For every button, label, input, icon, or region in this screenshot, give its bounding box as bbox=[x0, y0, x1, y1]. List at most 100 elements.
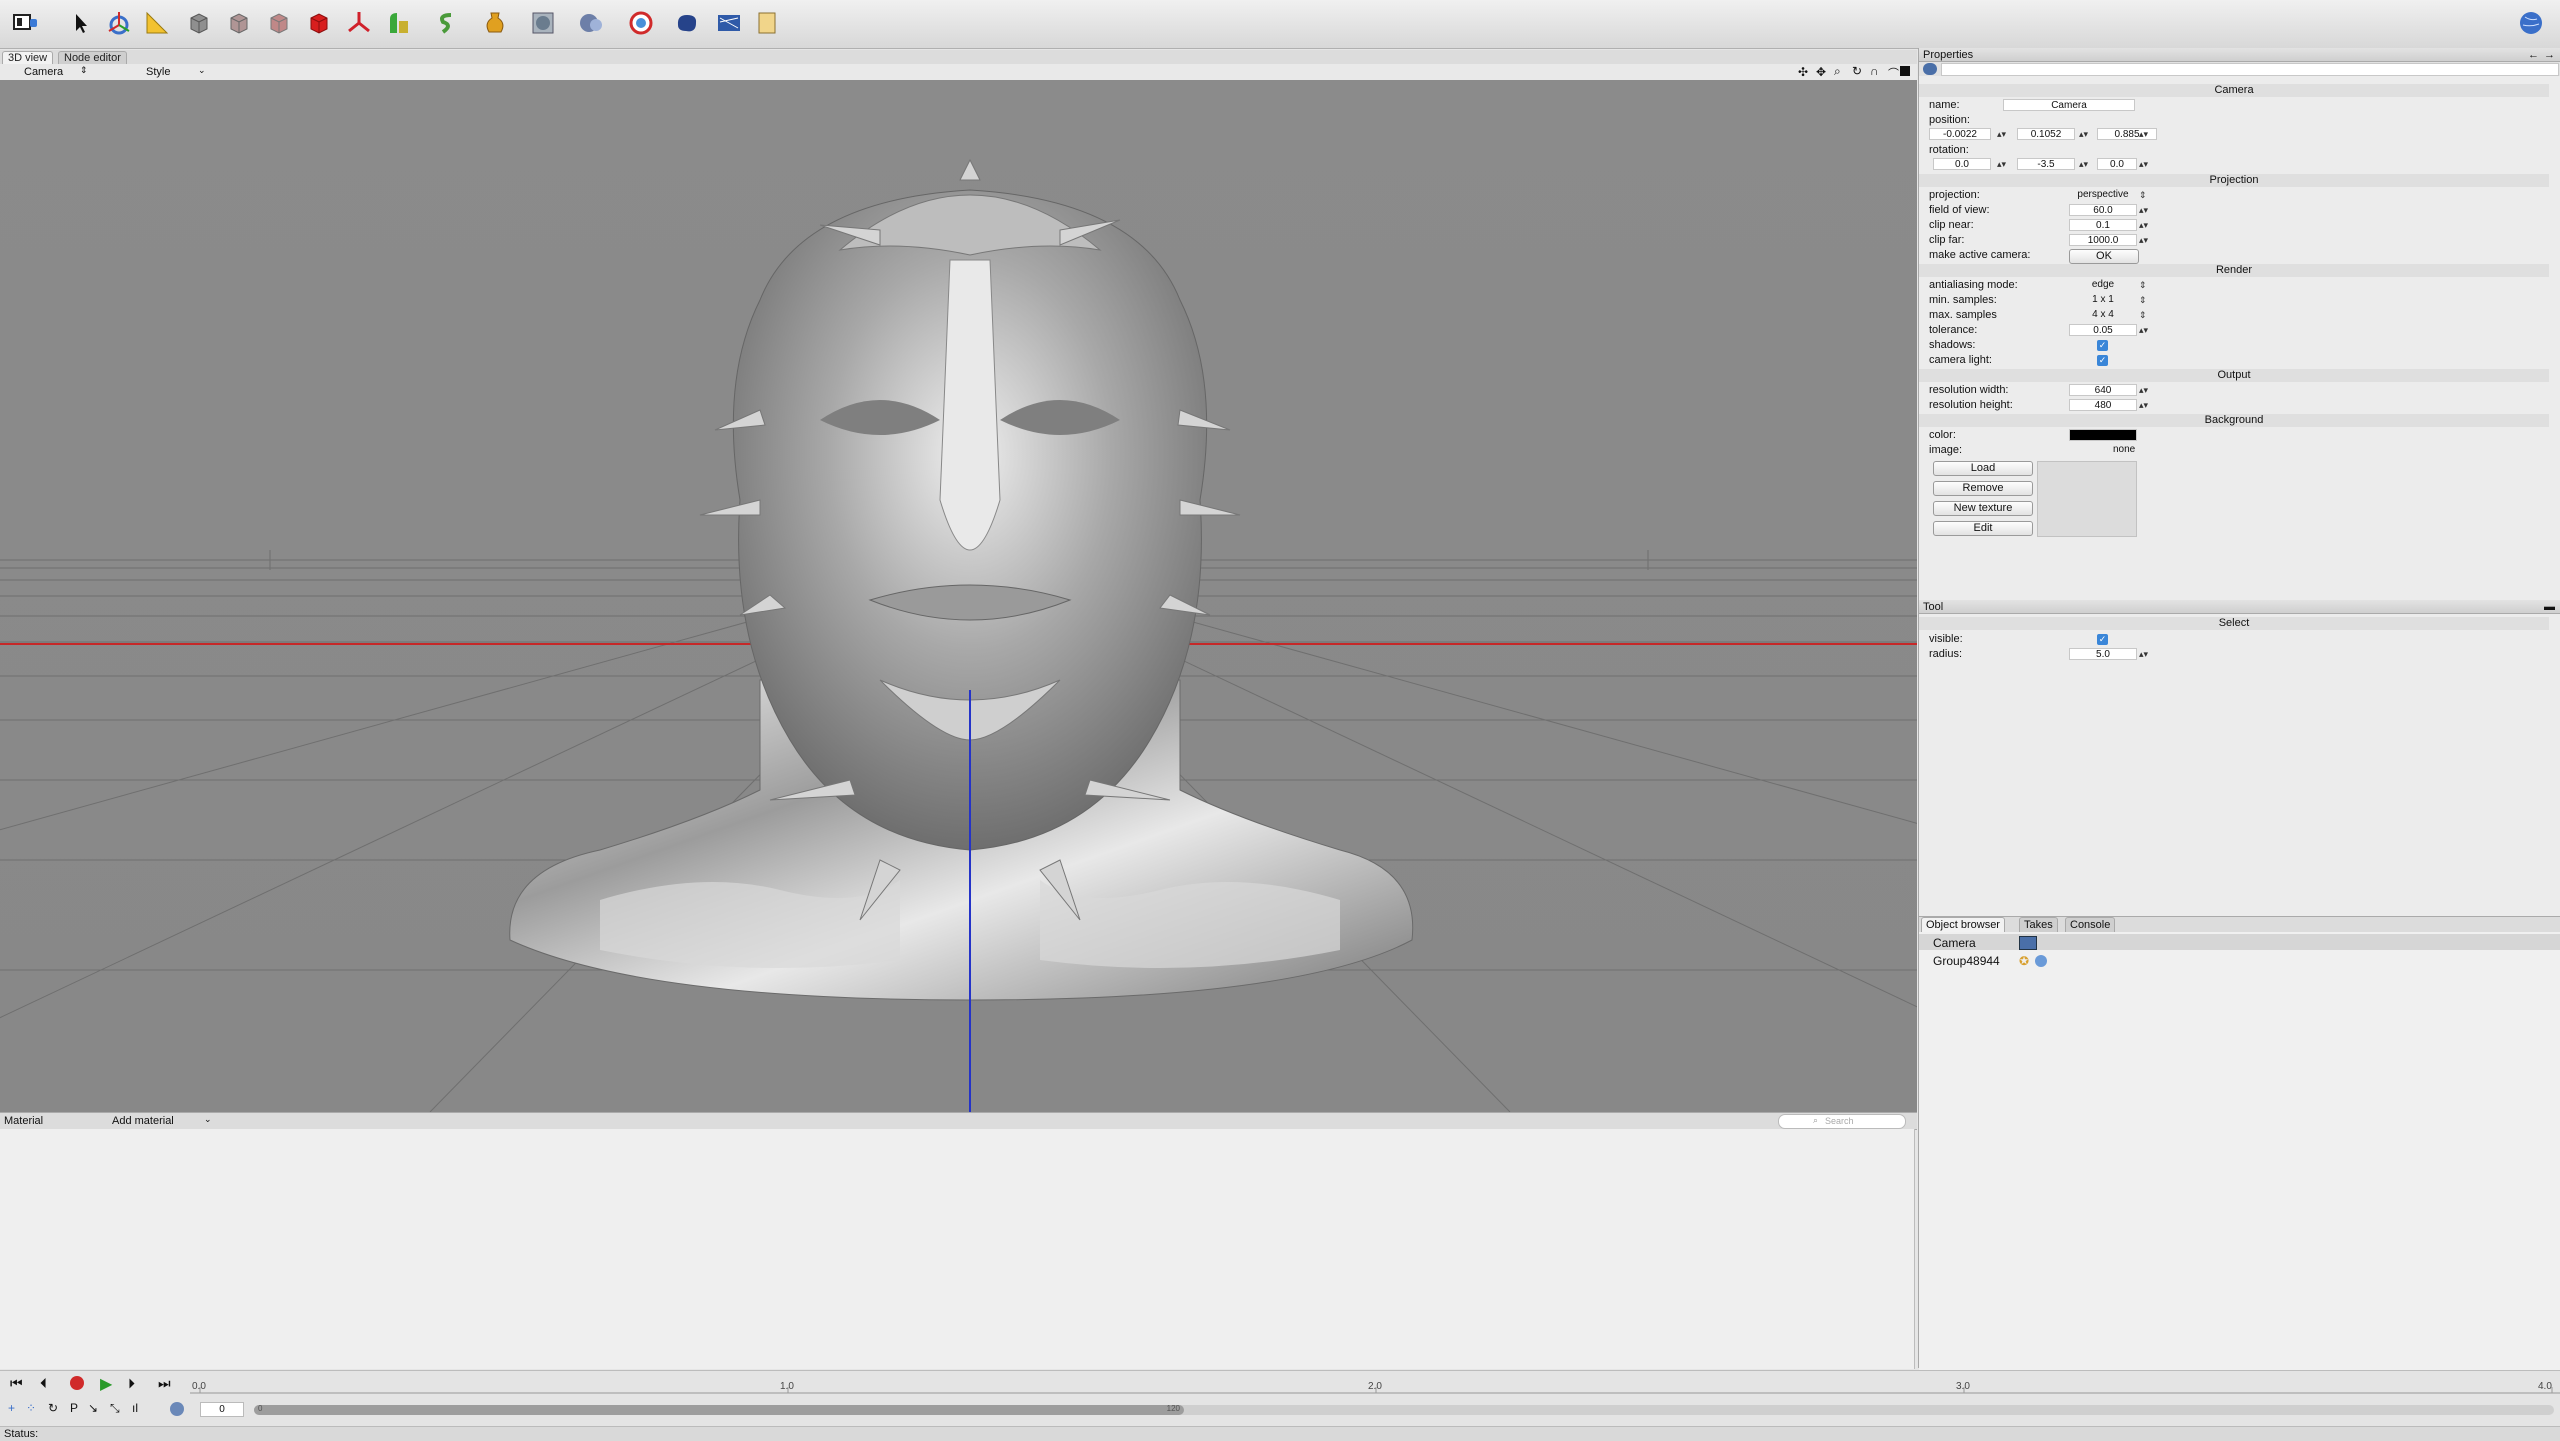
res-height-field[interactable]: 480 bbox=[2069, 399, 2137, 411]
move-key-icon[interactable]: ⁘ bbox=[26, 1401, 36, 1415]
tab-console[interactable]: Console bbox=[2065, 917, 2116, 933]
rotation-x-field[interactable]: 0.0 bbox=[1933, 158, 1991, 170]
graph-icon[interactable]: ıl bbox=[132, 1401, 138, 1415]
render-settings-icon[interactable] bbox=[714, 8, 744, 38]
position-y-field[interactable]: 0.1052 bbox=[2017, 128, 2075, 140]
aa-mode-select[interactable]: edge bbox=[2069, 279, 2137, 291]
tab-node-editor[interactable]: Node editor bbox=[58, 51, 127, 65]
range-track[interactable]: 0 120 bbox=[254, 1404, 2554, 1415]
clip-near-stepper-icon[interactable]: ▴▾ bbox=[2139, 219, 2148, 231]
clip-near-field[interactable]: 0.1 bbox=[2069, 219, 2137, 231]
material-area[interactable] bbox=[0, 1129, 1915, 1369]
new-texture-button[interactable]: New texture bbox=[1933, 501, 2033, 516]
move-tool-icon[interactable] bbox=[104, 8, 134, 38]
camera-light-checkbox[interactable]: ✓ bbox=[2097, 355, 2108, 366]
material-tag-icon[interactable] bbox=[2035, 955, 2047, 967]
back-arrow-icon[interactable]: ← bbox=[2528, 48, 2539, 62]
rotation-x-stepper-icon[interactable]: ▴▾ bbox=[1997, 158, 2006, 170]
play-icon[interactable]: ▶ bbox=[100, 1374, 112, 1394]
timeline-globe-icon[interactable] bbox=[170, 1402, 184, 1416]
add-material-chevron-icon[interactable]: ⌄ bbox=[204, 1114, 212, 1125]
3d-viewport[interactable] bbox=[0, 80, 1917, 1112]
radius-field[interactable]: 5.0 bbox=[2069, 648, 2137, 660]
shadows-checkbox[interactable]: ✓ bbox=[2097, 340, 2108, 351]
clip-far-field[interactable]: 1000.0 bbox=[2069, 234, 2137, 246]
step-back-icon[interactable]: ⏴ bbox=[40, 1375, 47, 1392]
extrude-icon[interactable] bbox=[384, 8, 414, 38]
fullscreen-icon[interactable] bbox=[1900, 66, 1910, 76]
add-key-icon[interactable]: + bbox=[8, 1401, 15, 1415]
scene-document-icon[interactable] bbox=[752, 8, 782, 38]
tolerance-stepper-icon[interactable]: ▴▾ bbox=[2139, 324, 2148, 336]
camera-tag-icon[interactable] bbox=[2019, 936, 2037, 950]
remove-button[interactable]: Remove bbox=[1933, 481, 2033, 496]
loop-icon[interactable]: ↻ bbox=[48, 1401, 58, 1415]
cube-rose-icon[interactable] bbox=[264, 8, 294, 38]
measure-tool-icon[interactable] bbox=[142, 8, 172, 38]
axes-icon[interactable] bbox=[344, 8, 374, 38]
fov-field[interactable]: 60.0 bbox=[2069, 204, 2137, 216]
material-blob-icon[interactable] bbox=[672, 8, 702, 38]
cube-pink-icon[interactable] bbox=[224, 8, 254, 38]
star-tag-icon[interactable]: ✪ bbox=[2019, 954, 2029, 968]
particles-icon[interactable] bbox=[576, 8, 606, 38]
tab-3d-view[interactable]: 3D view bbox=[2, 51, 54, 65]
fov-stepper-icon[interactable]: ▴▾ bbox=[2139, 204, 2148, 216]
curve-icon[interactable]: ↘ bbox=[88, 1401, 98, 1415]
light-ring-icon[interactable] bbox=[626, 8, 656, 38]
res-width-stepper-icon[interactable]: ▴▾ bbox=[2139, 384, 2148, 396]
max-samples-select[interactable]: 4 x 4 bbox=[2069, 309, 2137, 321]
camera-select-arrows-icon[interactable]: ⇕ bbox=[80, 65, 88, 76]
visible-checkbox[interactable]: ✓ bbox=[2097, 634, 2108, 645]
layout-icon[interactable] bbox=[10, 8, 40, 38]
select-arrow-icon[interactable] bbox=[66, 8, 96, 38]
boolean-icon[interactable] bbox=[528, 8, 558, 38]
skip-to-end-icon[interactable]: ⏭ bbox=[158, 1375, 171, 1392]
rotation-z-field[interactable]: 0.0 bbox=[2097, 158, 2137, 170]
step-forward-icon[interactable]: ⏵ bbox=[128, 1375, 135, 1392]
scale-keys-icon[interactable]: ⤡ bbox=[110, 1401, 120, 1416]
position-z-stepper-icon[interactable]: ▴▾ bbox=[2139, 128, 2148, 140]
tolerance-field[interactable]: 0.05 bbox=[2069, 324, 2137, 336]
name-field[interactable]: Camera bbox=[2003, 99, 2135, 111]
list-item[interactable]: Group48944 ✪ bbox=[1919, 952, 2560, 968]
res-height-stepper-icon[interactable]: ▴▾ bbox=[2139, 399, 2148, 411]
material-search-input[interactable]: ⌕ Search bbox=[1778, 1114, 1906, 1129]
spline-icon[interactable] bbox=[432, 8, 462, 38]
position-x-stepper-icon[interactable]: ▴▾ bbox=[1997, 128, 2006, 140]
skip-to-start-icon[interactable]: ⏮ bbox=[10, 1375, 23, 1392]
tool-options-icon[interactable]: ▬ bbox=[2544, 600, 2555, 614]
background-color-swatch[interactable] bbox=[2069, 429, 2137, 441]
pan-icon[interactable]: ✥ bbox=[1816, 65, 1826, 79]
style-select[interactable]: Style bbox=[146, 66, 170, 78]
radius-stepper-icon[interactable]: ▴▾ bbox=[2139, 648, 2148, 660]
headphones-icon[interactable]: ∩ bbox=[1870, 64, 1879, 78]
rotation-y-field[interactable]: -3.5 bbox=[2017, 158, 2075, 170]
edit-button[interactable]: Edit bbox=[1933, 521, 2033, 536]
add-material-button[interactable]: Add material bbox=[112, 1115, 174, 1127]
tab-object-browser[interactable]: Object browser bbox=[1921, 917, 2005, 933]
list-item[interactable]: Camera bbox=[1919, 934, 2560, 950]
projection-select[interactable]: perspective bbox=[2069, 189, 2137, 201]
perspective-toggle-icon[interactable]: ⌒ bbox=[1888, 65, 1899, 81]
globe-icon[interactable] bbox=[2516, 8, 2546, 38]
cube-gray-icon[interactable] bbox=[184, 8, 214, 38]
position-x-field[interactable]: -0.0022 bbox=[1929, 128, 1991, 140]
camera-select[interactable]: Camera bbox=[24, 66, 63, 78]
max-samples-arrows-icon[interactable]: ⇕ bbox=[2139, 309, 2147, 321]
lathe-vase-icon[interactable] bbox=[480, 8, 510, 38]
clip-far-stepper-icon[interactable]: ▴▾ bbox=[2139, 234, 2148, 246]
record-icon[interactable] bbox=[70, 1376, 84, 1390]
zoom-icon[interactable]: ⌕ bbox=[1834, 64, 1841, 79]
tab-takes[interactable]: Takes bbox=[2019, 917, 2058, 933]
properties-search[interactable] bbox=[1941, 63, 2559, 76]
min-samples-select[interactable]: 1 x 1 bbox=[2069, 294, 2137, 306]
cube-red-icon[interactable] bbox=[304, 8, 334, 38]
orbit-icon[interactable]: ✣ bbox=[1798, 65, 1808, 79]
projection-select-arrows-icon[interactable]: ⇕ bbox=[2139, 189, 2147, 201]
make-active-ok-button[interactable]: OK bbox=[2069, 249, 2139, 264]
min-samples-arrows-icon[interactable]: ⇕ bbox=[2139, 294, 2147, 306]
current-frame-field[interactable]: 0 bbox=[200, 1402, 244, 1417]
res-width-field[interactable]: 640 bbox=[2069, 384, 2137, 396]
style-chevron-down-icon[interactable]: ⌄ bbox=[198, 65, 206, 76]
